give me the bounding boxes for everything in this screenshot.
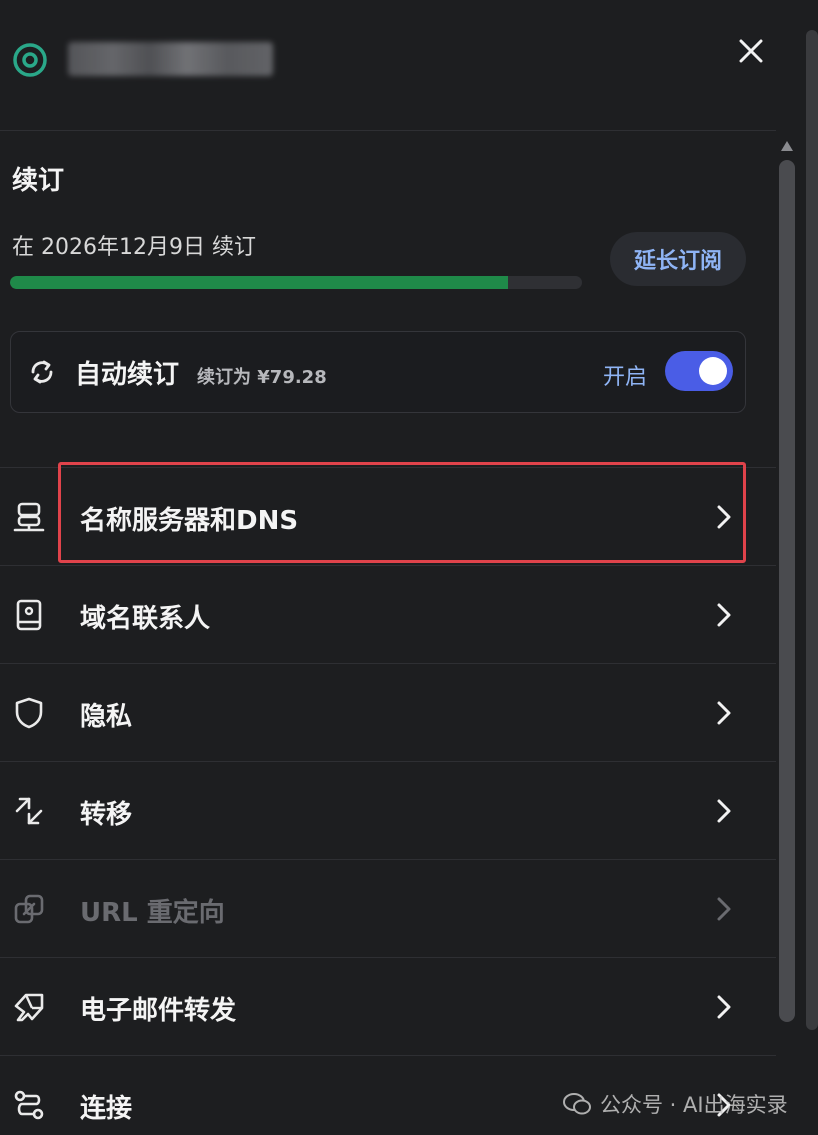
renew-cycle-icon [31,360,53,384]
watermark: 公众号 · AI出海实录 [562,1084,788,1124]
renewal-progress-bar [10,276,582,289]
menu-item-url-redirect: URL 重定向 [0,859,776,957]
link-redirect-icon [14,894,44,924]
chevron-right-icon [717,603,731,627]
server-icon [13,502,45,532]
auto-renew-toggle[interactable] [665,351,733,391]
scroll-up-arrow-icon[interactable] [780,140,794,152]
contact-book-icon [16,599,42,631]
auto-renew-label: 自动续订 [75,360,180,390]
renewal-section-title: 续订 [12,166,65,196]
menu-item-label: 域名联系人 [80,604,211,634]
target-ring-icon [13,43,47,77]
auto-renew-state-label: 开启 [603,365,648,390]
chevron-right-icon [717,505,731,529]
blurred-domain-name [68,42,273,76]
email-forward-icon [14,993,44,1022]
toggle-knob [699,357,727,385]
settings-menu: 名称服务器和DNS 域名联系人 隐私 转移 URL 重定向 电子邮件转发 连接 [0,467,776,1135]
menu-item-label: 隐私 [80,702,133,732]
shield-icon [15,697,43,729]
menu-item-label: URL 重定向 [80,898,225,928]
chevron-right-icon [717,897,731,921]
wechat-icon [563,1093,591,1115]
menu-item-label: 电子邮件转发 [80,996,237,1026]
renewal-progress-fill [10,276,508,289]
menu-item-transfer[interactable]: 转移 [0,761,776,859]
chevron-right-icon [717,701,731,725]
menu-item-email-forwarding[interactable]: 电子邮件转发 [0,957,776,1055]
menu-item-privacy[interactable]: 隐私 [0,663,776,761]
auto-renew-card: 自动续订 续订为 ¥79.28 开启 [10,331,746,413]
panel-header [0,0,776,131]
domain-settings-panel: 续订 在 2026年12月9日 续订 延长订阅 自动续订 续订为 ¥79.28 … [0,0,776,1135]
auto-renew-price: 续订为 ¥79.28 [197,367,327,388]
close-icon[interactable] [734,34,768,68]
transfer-arrows-icon [15,797,43,825]
menu-item-nameservers-dns[interactable]: 名称服务器和DNS [0,467,776,565]
extend-subscription-button[interactable]: 延长订阅 [610,232,746,286]
connect-icon [14,1090,44,1120]
outer-scrollbar-thumb[interactable] [806,30,818,1030]
scrollbar-thumb[interactable] [779,160,795,1022]
chevron-right-icon [717,799,731,823]
menu-item-label: 名称服务器和DNS [80,506,299,536]
watermark-text: 公众号 · AI出海实录 [600,1093,788,1117]
chevron-right-icon [717,995,731,1019]
menu-item-label: 连接 [80,1094,133,1124]
menu-item-label: 转移 [80,800,133,830]
renewal-date-text: 在 2026年12月9日 续订 [12,235,256,260]
menu-item-domain-contacts[interactable]: 域名联系人 [0,565,776,663]
